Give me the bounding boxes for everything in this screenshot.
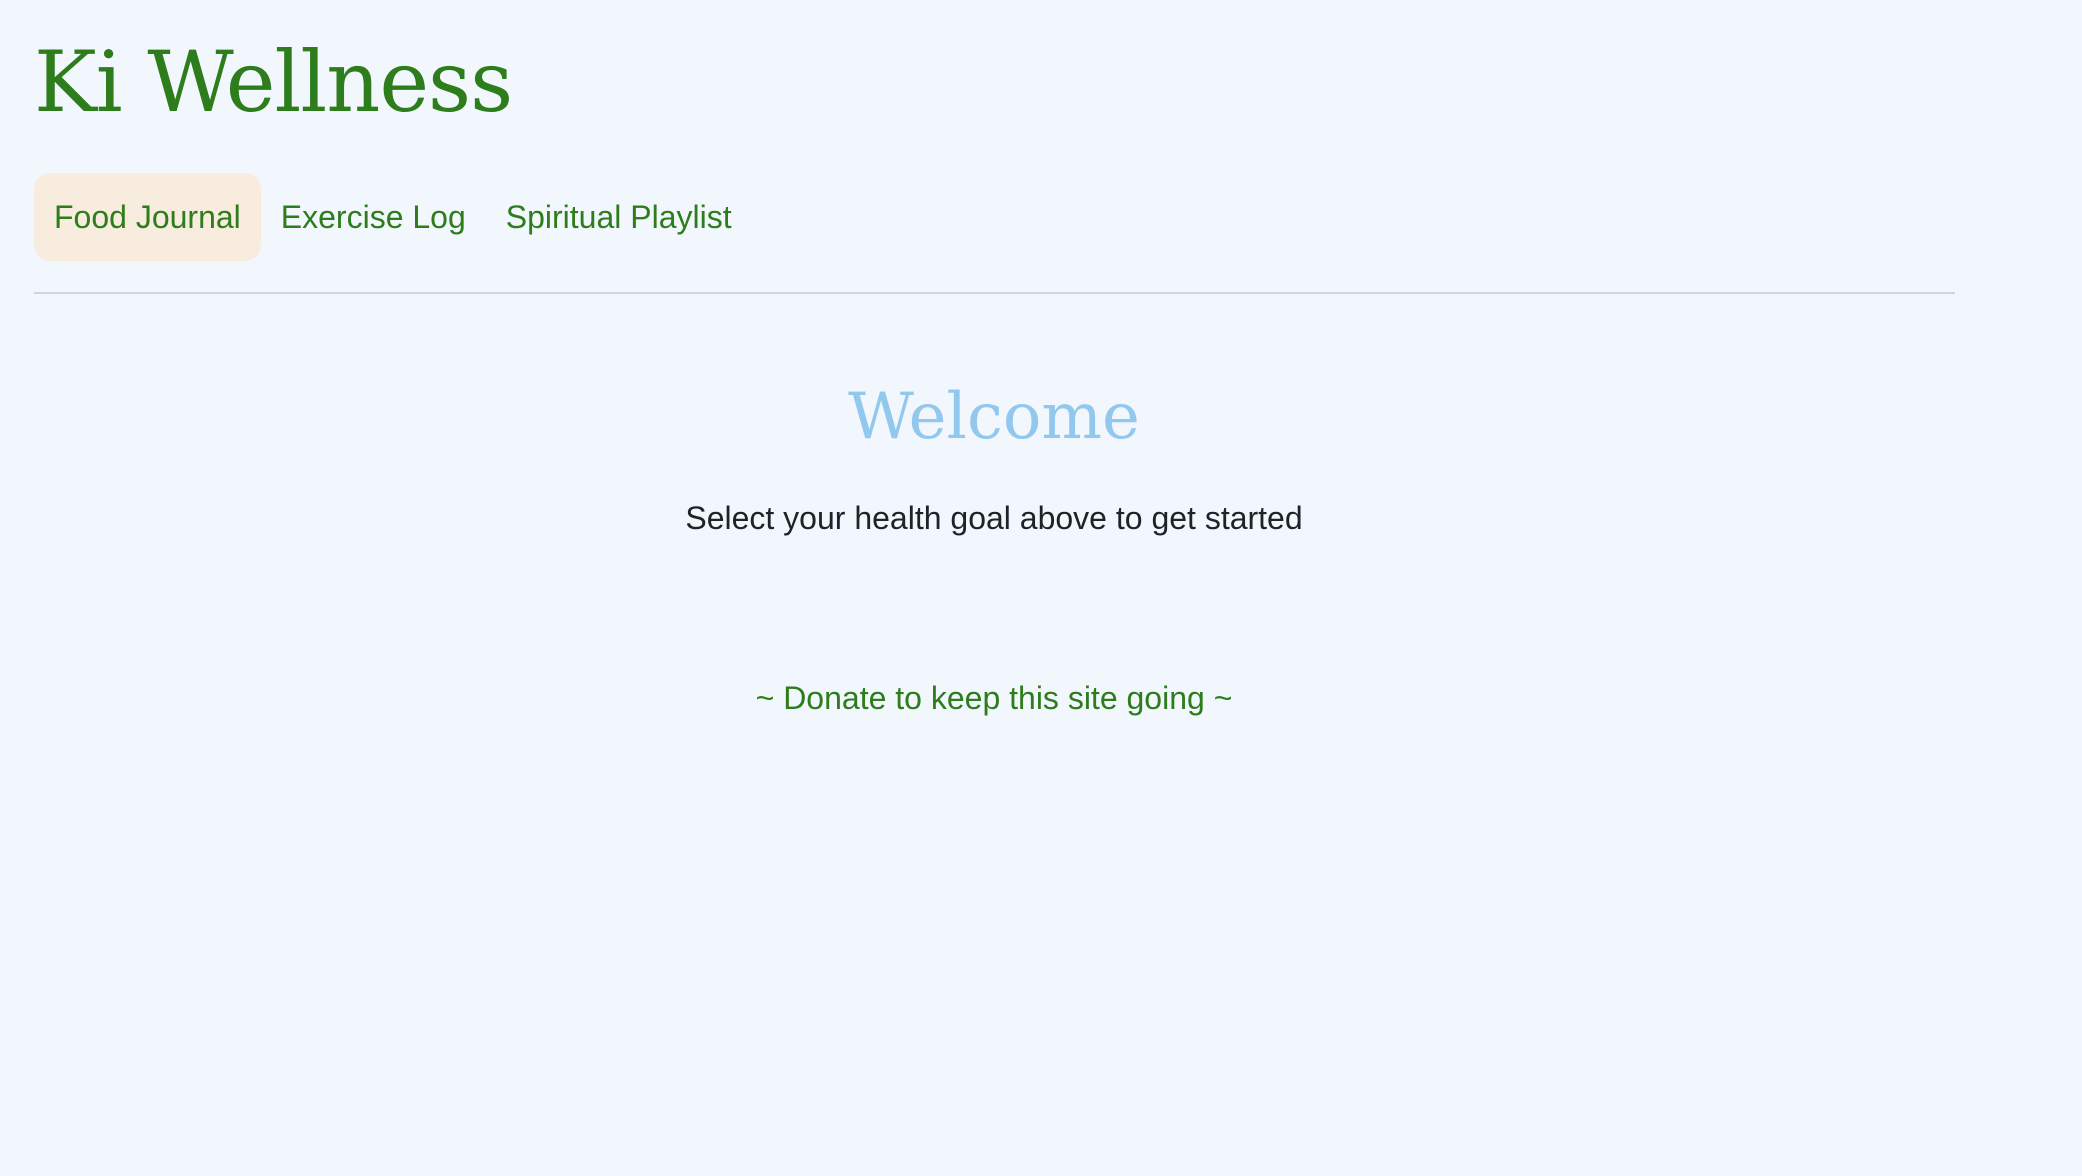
nav-divider (34, 292, 1955, 294)
nav-item-food-journal[interactable]: Food Journal (34, 173, 261, 261)
site-title: Ki Wellness (34, 33, 513, 131)
main-nav: Food Journal Exercise Log Spiritual Play… (34, 173, 752, 261)
nav-item-exercise-log[interactable]: Exercise Log (261, 173, 486, 261)
donate-link[interactable]: ~ Donate to keep this site going ~ (756, 680, 1233, 716)
welcome-subtitle: Select your health goal above to get sta… (685, 500, 1303, 536)
donate-container: ~ Donate to keep this site going ~ (0, 674, 1988, 722)
welcome-heading: Welcome (848, 380, 1140, 454)
nav-item-spiritual-playlist[interactable]: Spiritual Playlist (486, 173, 752, 261)
